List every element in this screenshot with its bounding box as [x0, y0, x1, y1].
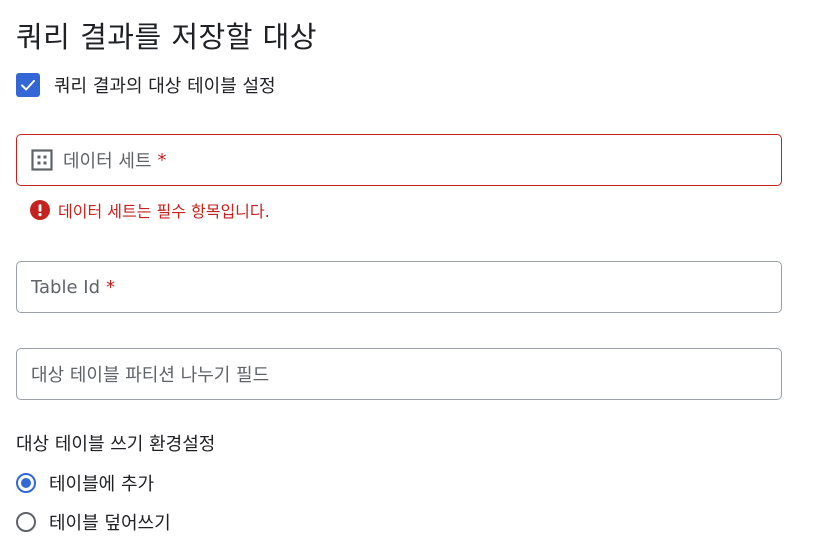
write-preference-label: 대상 테이블 쓰기 환경설정 [16, 434, 216, 455]
dataset-input[interactable]: 데이터 세트 * [16, 134, 782, 186]
dataset-icon [31, 149, 53, 171]
partition-field-input[interactable]: 대상 테이블 파티션 나누기 필드 [16, 348, 782, 400]
error-message: 데이터 세트는 필수 항목입니다. [58, 202, 270, 221]
radio-label: 테이블 덮어쓰기 [49, 513, 171, 534]
partition-field-placeholder: 대상 테이블 파티션 나누기 필드 [31, 365, 270, 386]
radio-checked-icon[interactable] [16, 473, 36, 493]
error-icon [30, 200, 50, 220]
table-id-placeholder: Table Id [31, 276, 101, 298]
radio-label: 테이블에 추가 [49, 474, 155, 495]
radio-append-table[interactable]: 테이블에 추가 [16, 470, 154, 496]
checkbox-checked-icon[interactable] [16, 73, 40, 97]
radio-unchecked-icon[interactable] [16, 512, 36, 532]
radio-overwrite-table[interactable]: 테이블 덮어쓰기 [16, 509, 171, 535]
table-id-input[interactable]: Table Id * [16, 261, 782, 313]
dataset-placeholder: 데이터 세트 [63, 151, 152, 172]
checkbox-label: 쿼리 결과의 대상 테이블 설정 [54, 76, 276, 97]
section-title: 쿼리 결과를 저장할 대상 [16, 20, 317, 54]
destination-table-checkbox[interactable]: 쿼리 결과의 대상 테이블 설정 [16, 72, 276, 98]
dataset-error: 데이터 세트는 필수 항목입니다. [30, 198, 270, 222]
required-marker: * [157, 149, 167, 171]
required-marker: * [106, 276, 116, 298]
